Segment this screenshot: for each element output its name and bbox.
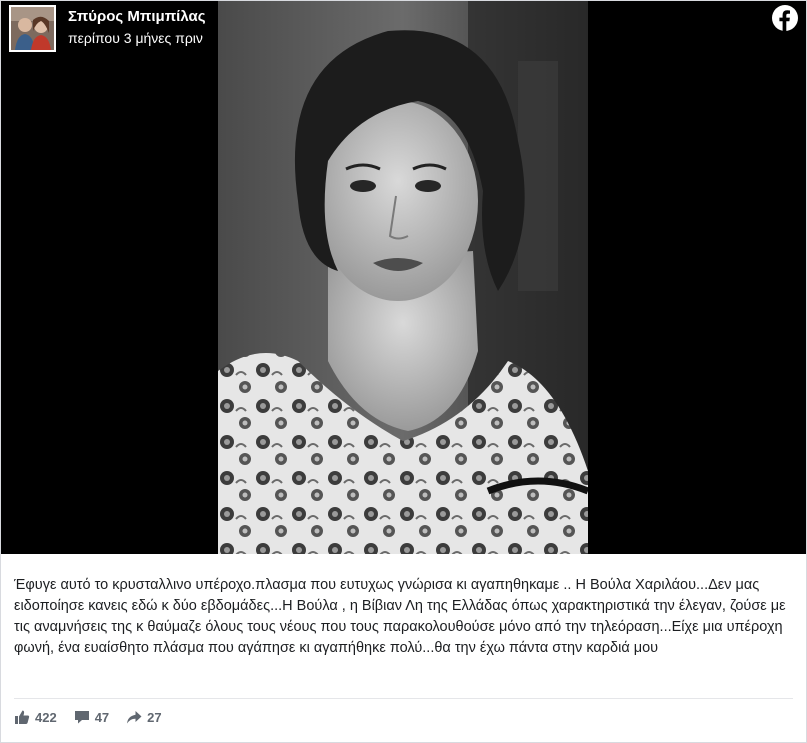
like-stat[interactable]: 422 <box>14 709 57 725</box>
share-stat[interactable]: 27 <box>126 709 162 725</box>
embedded-post: Σπύρος Μπιμπίλας περίπου 3 μήνες πριν Έφ… <box>0 0 807 743</box>
comment-count: 47 <box>94 709 110 725</box>
share-arrow-icon <box>127 711 142 724</box>
post-caption: Έφυγε αυτό το κρυσταλλινο υπέροχο.πλασμα… <box>14 577 786 656</box>
portrait-photo-illustration <box>218 1 588 554</box>
post-media: Σπύρος Μπιμπίλας περίπου 3 μήνες πριν <box>1 1 806 554</box>
post-photo[interactable] <box>218 1 588 554</box>
author-block: Σπύρος Μπιμπίλας περίπου 3 μήνες πριν <box>68 8 206 47</box>
author-name[interactable]: Σπύρος Μπιμπίλας <box>68 8 206 26</box>
facebook-logo-icon[interactable] <box>772 5 798 31</box>
divider <box>14 698 793 699</box>
post-header: Σπύρος Μπιμπίλας περίπου 3 μήνες πριν <box>9 5 206 52</box>
avatar[interactable] <box>9 5 56 52</box>
share-count: 27 <box>147 709 162 725</box>
thumbs-up-icon <box>15 710 30 724</box>
post-stats: 422 47 27 <box>14 709 179 725</box>
comment-stat[interactable]: 47 <box>74 709 109 725</box>
comment-bubble-icon <box>74 711 89 724</box>
post-timestamp[interactable]: περίπου 3 μήνες πριν <box>68 29 206 47</box>
like-count: 422 <box>35 709 57 725</box>
avatar-image <box>11 7 54 50</box>
